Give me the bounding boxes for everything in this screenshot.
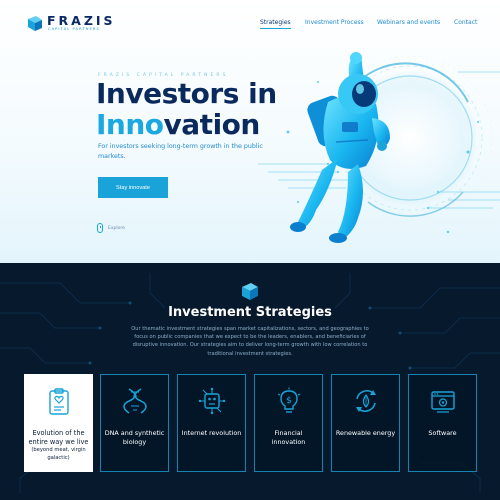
strategy-card-evolution[interactable]: Evolution of the entire way we live (bey… <box>24 374 93 472</box>
software-window-icon <box>431 391 455 413</box>
site-header: FRAZIS CAPITAL PARTNERS Strategies Inves… <box>0 0 500 42</box>
strategy-card-label: Renewable energy <box>335 429 396 437</box>
strategy-card-label: DNA and synthetic biology <box>104 429 165 446</box>
strategy-card-software[interactable]: Software <box>408 374 477 472</box>
headline-line1: Investors in <box>96 77 277 110</box>
dna-icon <box>123 388 147 414</box>
strategy-card-internet[interactable]: Internet revolution <box>177 374 246 472</box>
strategy-card-label: Internet revolution <box>181 429 242 437</box>
strategy-card-label: Evolution of the entire way we live <box>28 429 89 446</box>
lightbulb-dollar-icon: $ <box>277 387 301 413</box>
strategy-card-label: Financial innovation <box>271 429 306 446</box>
explore-label: Explore <box>108 225 125 231</box>
robot-chip-icon <box>198 387 226 415</box>
strategy-card-dna[interactable]: DNA and synthetic biology <box>100 374 169 472</box>
strategy-card-renewable[interactable]: Renewable energy <box>331 374 400 472</box>
main-nav: Strategies Investment Process Webinars a… <box>0 19 500 33</box>
strategies-title: Investment Strategies <box>168 305 332 320</box>
recycle-leaf-icon <box>356 390 376 412</box>
strategy-card-sub: (beyond meat, virgin galactic) <box>31 447 86 461</box>
explore-link[interactable]: Explore <box>97 222 125 234</box>
hero-headline: Investors in Innovation <box>96 78 277 140</box>
svg-text:$: $ <box>286 396 292 406</box>
nav-webinars-events[interactable]: Webinars and events <box>377 19 440 26</box>
mouse-scroll-icon <box>97 223 103 233</box>
clipboard-heart-icon <box>49 388 69 415</box>
hero-tagline: For investors seeking long-term growth i… <box>98 143 263 160</box>
strategy-card-financial[interactable]: $ Financial innovation <box>254 374 323 472</box>
strategy-card-label: Software <box>428 429 457 437</box>
strategies-description: Our thematic investment strategies span … <box>131 326 369 357</box>
headline-rest: vation <box>163 108 261 141</box>
nav-strategies[interactable]: Strategies <box>260 19 291 29</box>
nav-contact[interactable]: Contact <box>454 19 477 26</box>
nav-investment-process[interactable]: Investment Process <box>305 19 364 26</box>
investment-strategies-section: Investment Strategies Our thematic inves… <box>0 263 500 500</box>
cube-logo-icon <box>242 283 258 300</box>
stay-innovate-button[interactable]: Stay innovate <box>98 177 168 198</box>
hero-section: FRAZIS CAPITAL PARTNERS Strategies Inves… <box>0 0 500 263</box>
astronaut-illustration <box>258 52 500 243</box>
strategy-cards: Evolution of the entire way we live (bey… <box>0 373 500 500</box>
headline-accent: Inno <box>96 108 164 141</box>
